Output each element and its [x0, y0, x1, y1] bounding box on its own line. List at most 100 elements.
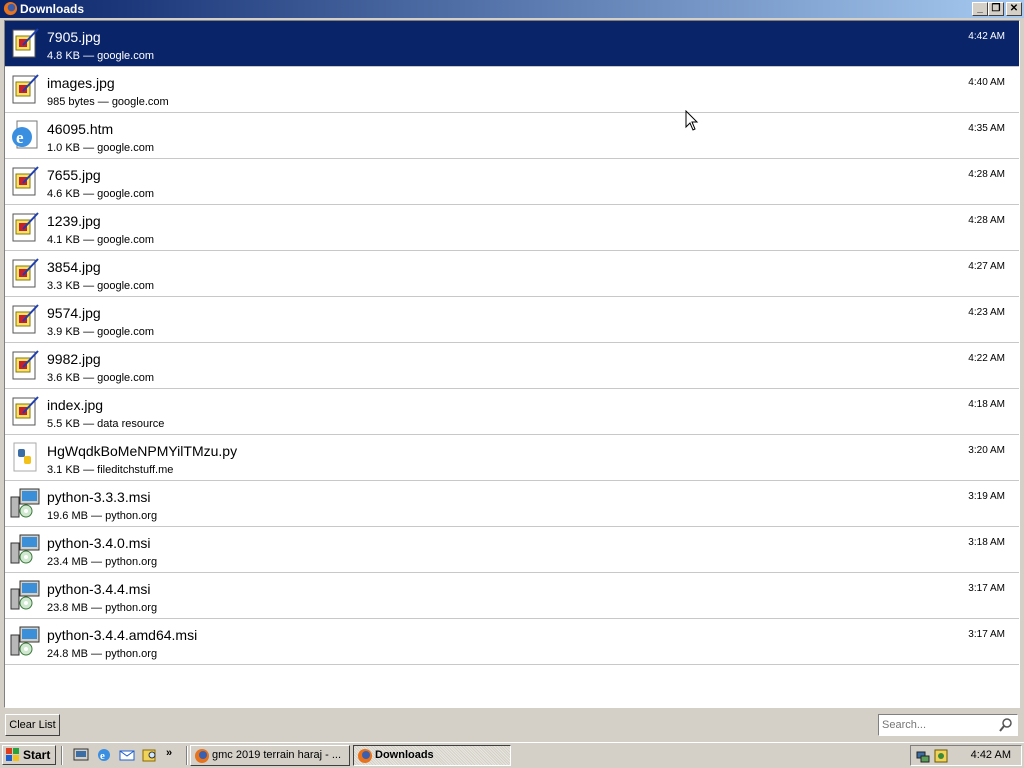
download-filename: python-3.4.4.amd64.msi: [47, 627, 198, 643]
show-desktop-icon[interactable]: [73, 747, 89, 763]
download-size-source: 3.9 KB — google.com: [47, 326, 155, 338]
task-button-downloads[interactable]: Downloads: [353, 745, 511, 766]
download-size-source: 4.8 KB — google.com: [47, 50, 155, 62]
download-time: 4:42 AM: [968, 31, 1005, 42]
download-item[interactable]: python-3.4.4.amd64.msi 24.8 MB — python.o…: [5, 619, 1019, 665]
download-time: 3:18 AM: [968, 537, 1005, 548]
download-time: 4:35 AM: [968, 123, 1005, 134]
download-filename: images.jpg: [47, 75, 115, 91]
task-button-browser[interactable]: gmc 2019 terrain haraj - ...: [190, 745, 350, 766]
firefox-icon: [195, 749, 209, 763]
windows-logo-icon: [6, 748, 19, 761]
svg-text:e: e: [100, 750, 105, 762]
download-size-source: 24.8 MB — python.org: [47, 648, 158, 660]
jpg-file-icon: [9, 27, 41, 59]
mouse-pointer-icon: [685, 110, 699, 131]
download-filename: 1239.jpg: [47, 213, 101, 229]
download-item[interactable]: python-3.3.3.msi 19.6 MB — python.org 3:19…: [5, 481, 1019, 527]
ie-html-file-icon: e: [9, 119, 41, 151]
clear-list-button[interactable]: Clear List: [5, 714, 60, 736]
search-box[interactable]: [878, 714, 1018, 736]
window-title: Downloads: [20, 2, 85, 16]
download-item[interactable]: images.jpg 985 bytes — google.com 4:40 AM: [5, 67, 1019, 113]
download-time: 4:22 AM: [968, 353, 1005, 364]
taskbar: Start e » gmc 2019 terrain haraj - ... D…: [0, 742, 1024, 768]
security-shield-icon[interactable]: [933, 748, 949, 764]
download-time: 4:18 AM: [968, 399, 1005, 410]
search-input[interactable]: [882, 717, 992, 733]
download-filename: python-3.3.3.msi: [47, 489, 151, 505]
download-item[interactable]: 9574.jpg 3.9 KB — google.com 4:23 AM: [5, 297, 1019, 343]
restore-button[interactable]: ❐: [988, 2, 1004, 16]
internet-explorer-icon[interactable]: e: [96, 747, 112, 763]
msi-installer-icon: [9, 533, 41, 565]
download-size-source: 23.8 MB — python.org: [47, 602, 158, 614]
start-label: Start: [23, 748, 51, 762]
taskbar-clock[interactable]: 4:42 AM: [971, 746, 1011, 765]
msi-installer-icon: [9, 625, 41, 657]
firefox-icon: [3, 1, 18, 16]
jpg-file-icon: [9, 73, 41, 105]
download-filename: HgWqdkBoMeNPMYilTMzu.py: [47, 443, 238, 459]
jpg-file-icon: [9, 349, 41, 381]
download-time: 3:17 AM: [968, 583, 1005, 594]
task-label: gmc 2019 terrain haraj - ...: [212, 749, 342, 761]
download-time: 3:17 AM: [968, 629, 1005, 640]
download-time: 4:27 AM: [968, 261, 1005, 272]
download-size-source: 3.6 KB — google.com: [47, 372, 155, 384]
download-time: 4:23 AM: [968, 307, 1005, 318]
python-file-icon: [9, 441, 41, 473]
system-tray: 4:42 AM: [910, 745, 1022, 766]
download-filename: 7655.jpg: [47, 167, 101, 183]
download-size-source: 19.6 MB — python.org: [47, 510, 158, 522]
download-filename: 7905.jpg: [47, 29, 101, 45]
download-filename: python-3.4.0.msi: [47, 535, 151, 551]
minimize-button[interactable]: _: [972, 2, 988, 16]
download-item[interactable]: 3854.jpg 3.3 KB — google.com 4:27 AM: [5, 251, 1019, 297]
download-item[interactable]: 7655.jpg 4.6 KB — google.com 4:28 AM: [5, 159, 1019, 205]
jpg-file-icon: [9, 303, 41, 335]
search-icon[interactable]: [998, 717, 1014, 733]
download-item[interactable]: index.jpg 5.5 KB — data resource 4:18 AM: [5, 389, 1019, 435]
download-time: 3:19 AM: [968, 491, 1005, 502]
svg-text:e: e: [16, 128, 24, 147]
downloads-list-pane[interactable]: 7905.jpg 4.8 KB — google.com 4:42 AM images…: [4, 20, 1020, 708]
taskbar-separator: [186, 746, 188, 765]
download-time: 3:20 AM: [968, 445, 1005, 456]
download-item[interactable]: e 46095.htm 1.0 KB — google.com 4:35 AM: [5, 113, 1019, 159]
download-item[interactable]: 7905.jpg 4.8 KB — google.com 4:42 AM: [5, 21, 1019, 67]
download-size-source: 3.1 KB — fileditchstuff.me: [47, 464, 174, 476]
network-icon[interactable]: [915, 748, 931, 764]
jpg-file-icon: [9, 211, 41, 243]
download-item[interactable]: 9982.jpg 3.6 KB — google.com 4:22 AM: [5, 343, 1019, 389]
download-item[interactable]: HgWqdkBoMeNPMYilTMzu.py 3.1 KB — fileditc…: [5, 435, 1019, 481]
download-size-source: 4.6 KB — google.com: [47, 188, 155, 200]
outlook-express-icon[interactable]: [119, 747, 135, 763]
msi-installer-icon: [9, 487, 41, 519]
taskbar-separator: [61, 746, 63, 765]
download-filename: 9574.jpg: [47, 305, 101, 321]
explorer-search-icon[interactable]: [142, 747, 158, 763]
download-filename: 3854.jpg: [47, 259, 101, 275]
close-button[interactable]: ✕: [1006, 2, 1022, 16]
download-size-source: 5.5 KB — data resource: [47, 418, 165, 430]
download-item[interactable]: python-3.4.4.msi 23.8 MB — python.org 3:17…: [5, 573, 1019, 619]
download-filename: 9982.jpg: [47, 351, 101, 367]
download-filename: python-3.4.4.msi: [47, 581, 151, 597]
download-item[interactable]: 1239.jpg 4.1 KB — google.com 4:28 AM: [5, 205, 1019, 251]
download-size-source: 1.0 KB — google.com: [47, 142, 155, 154]
download-size-source: 3.3 KB — google.com: [47, 280, 155, 292]
jpg-file-icon: [9, 257, 41, 289]
jpg-file-icon: [9, 165, 41, 197]
download-filename: 46095.htm: [47, 121, 114, 137]
start-button[interactable]: Start: [2, 745, 56, 765]
msi-installer-icon: [9, 579, 41, 611]
download-item[interactable]: python-3.4.0.msi 23.4 MB — python.org 3:18…: [5, 527, 1019, 573]
jpg-file-icon: [9, 395, 41, 427]
download-time: 4:40 AM: [968, 77, 1005, 88]
download-filename: index.jpg: [47, 397, 104, 413]
window-titlebar[interactable]: Downloads _ ❐ ✕: [0, 0, 1024, 18]
quicklaunch-overflow-chevron-icon[interactable]: »: [166, 747, 182, 763]
firefox-icon: [358, 749, 372, 763]
download-size-source: 4.1 KB — google.com: [47, 234, 155, 246]
